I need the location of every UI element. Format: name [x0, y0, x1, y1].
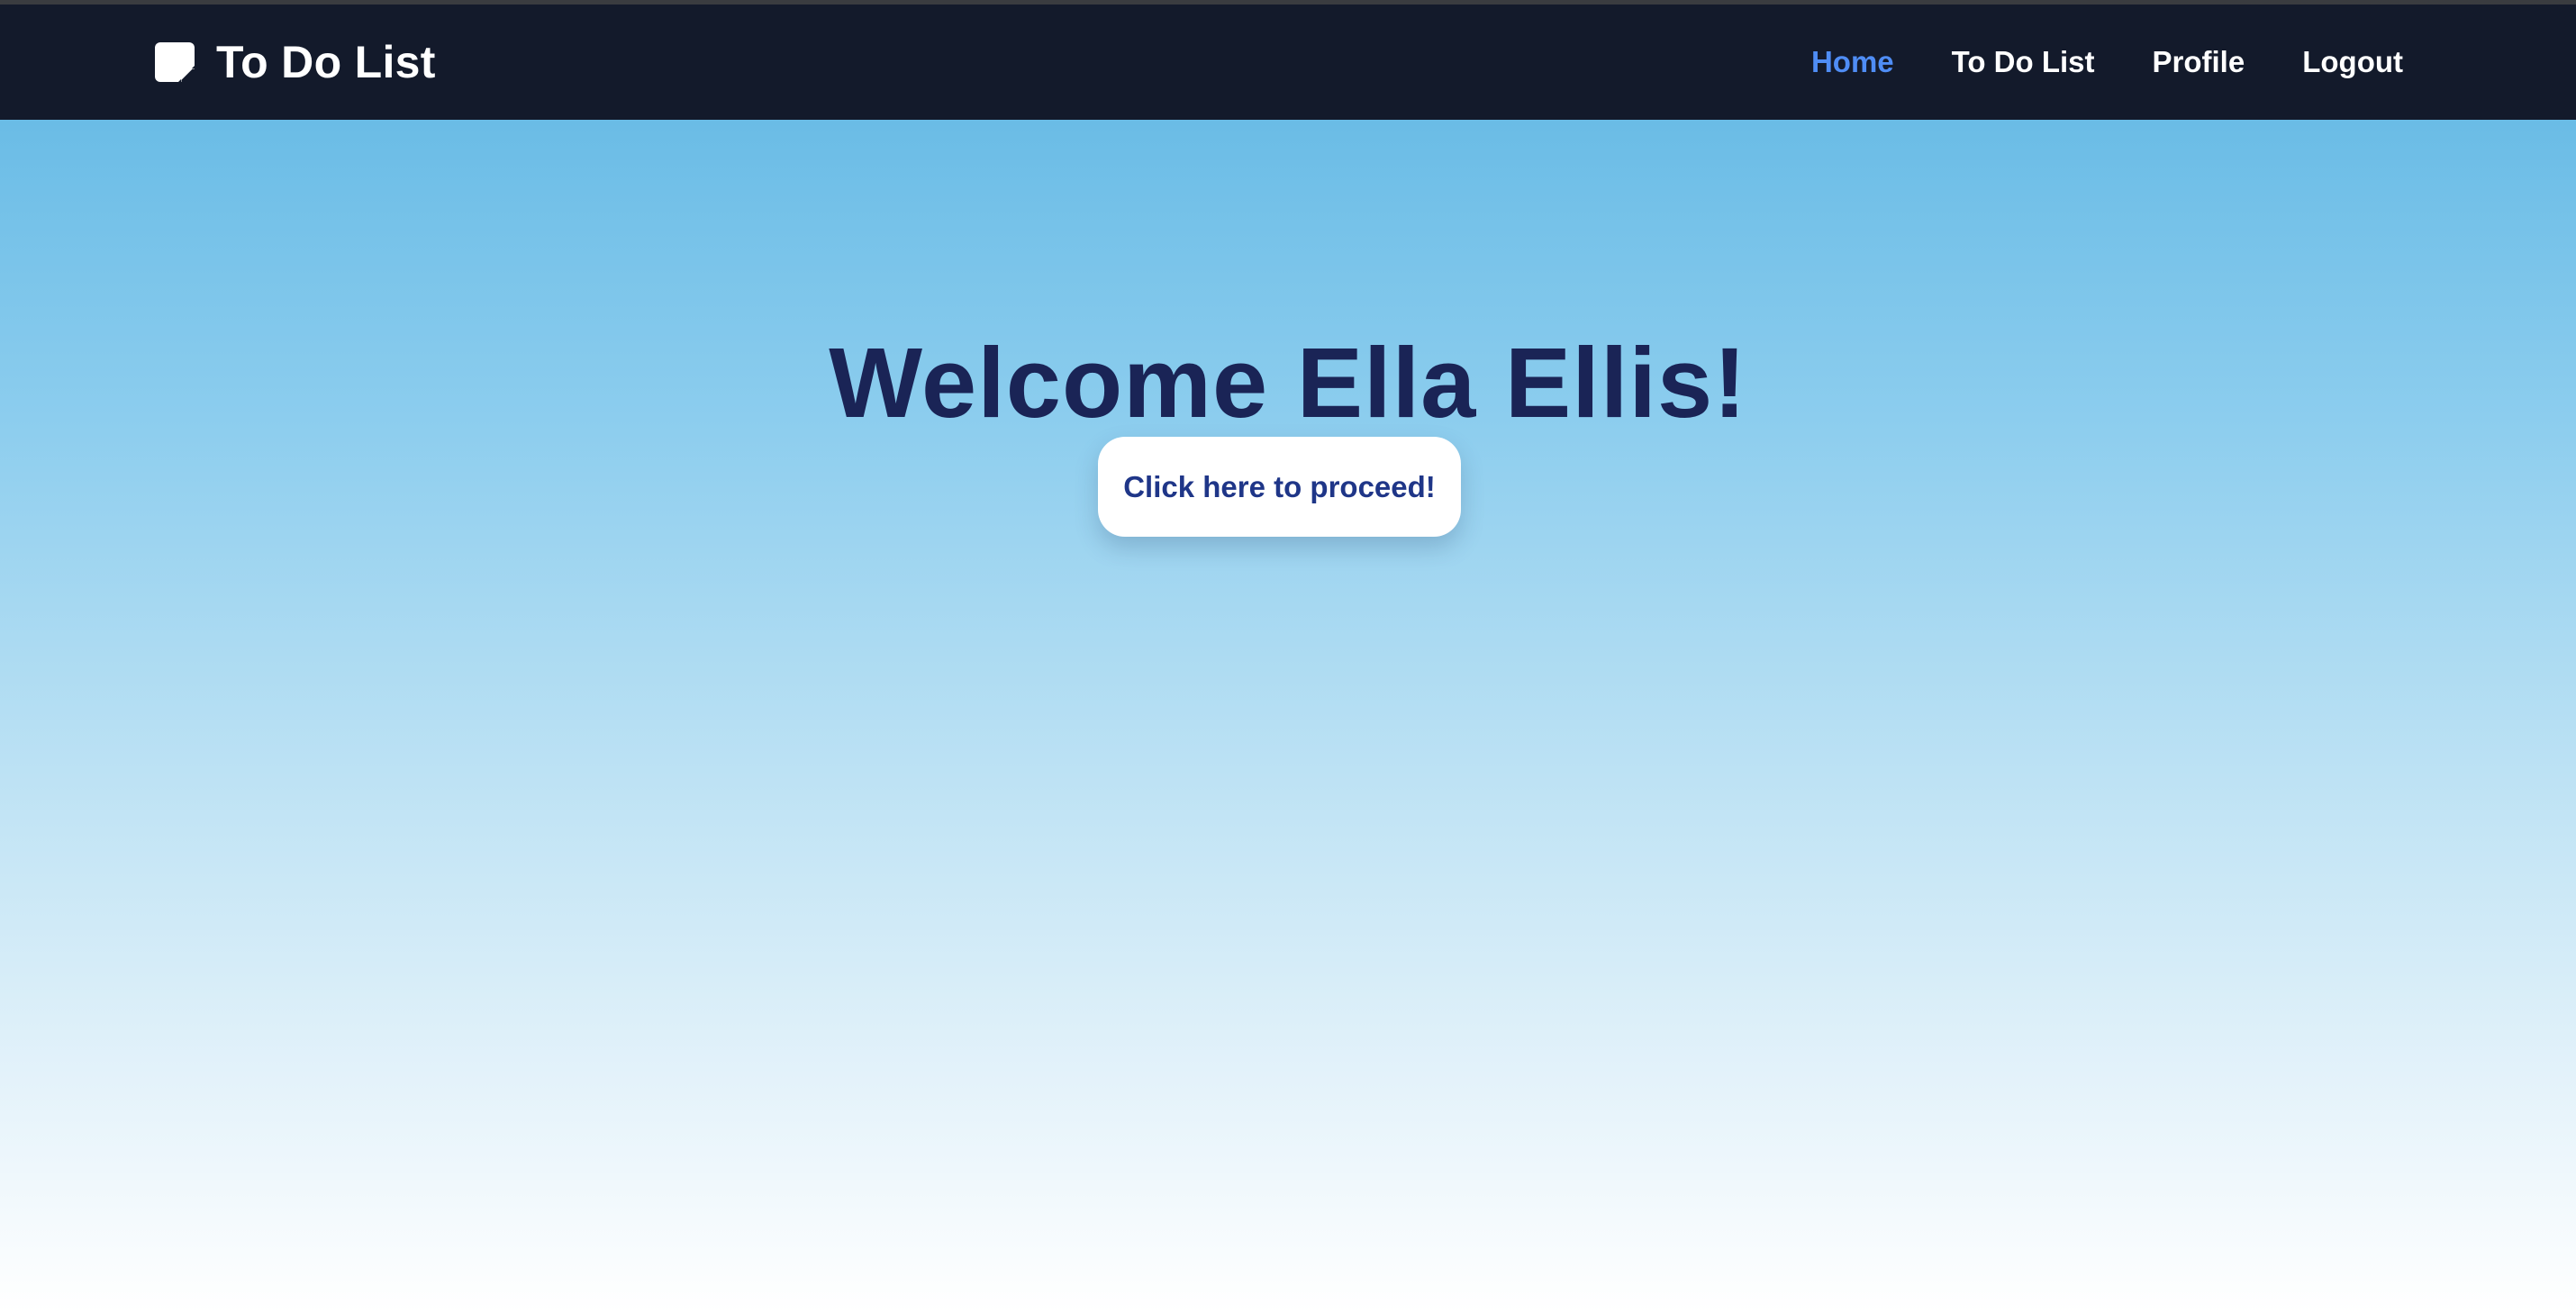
nav-link-to-do-list[interactable]: To Do List	[1952, 45, 2095, 79]
nav-link-logout[interactable]: Logout	[2302, 45, 2403, 79]
nav-link-profile[interactable]: Profile	[2153, 45, 2245, 79]
welcome-heading: Welcome Ella Ellis!	[829, 327, 1747, 439]
sticky-note-icon	[155, 42, 195, 82]
nav-links: Home To Do List Profile Logout	[1811, 5, 2403, 120]
brand-title: To Do List	[216, 37, 436, 87]
brand[interactable]: To Do List	[155, 5, 436, 120]
top-navbar: To Do List Home To Do List Profile Logou…	[0, 5, 2576, 120]
nav-link-home[interactable]: Home	[1811, 45, 1894, 79]
proceed-button[interactable]: Click here to proceed!	[1098, 437, 1461, 537]
hero-section: Welcome Ella Ellis! Click here to procee…	[0, 120, 2576, 1313]
